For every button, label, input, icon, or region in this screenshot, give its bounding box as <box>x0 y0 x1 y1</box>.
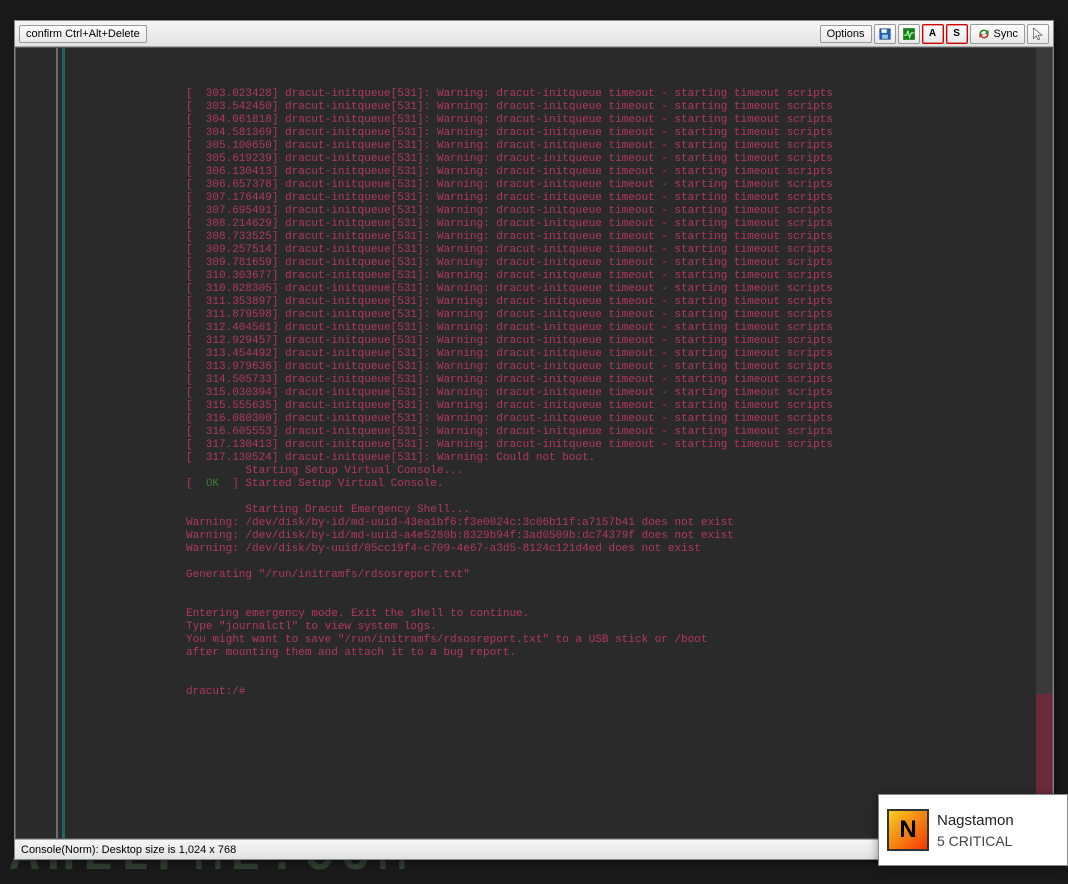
options-button[interactable]: Options <box>820 25 872 43</box>
cursor-icon <box>1031 27 1045 41</box>
terminal-output: [ 303.023428] dracut-initqueue[531]: War… <box>186 88 1042 699</box>
letter-s-icon: S <box>953 28 960 39</box>
letter-s-button[interactable]: S <box>946 24 968 44</box>
letter-a-button[interactable]: A <box>922 24 944 44</box>
activity-button[interactable] <box>898 24 920 44</box>
letter-a-icon: A <box>929 28 936 39</box>
activity-icon <box>902 27 916 41</box>
nagstamon-title: Nagstamon <box>937 812 1014 829</box>
sync-icon <box>977 27 991 41</box>
sync-button[interactable]: Sync <box>970 24 1025 44</box>
gutter-stripe-teal <box>62 48 65 838</box>
sync-label: Sync <box>994 28 1018 40</box>
nagstamon-critical: 5 CRITICAL <box>937 833 1014 849</box>
nagstamon-popup[interactable]: N Nagstamon 5 CRITICAL <box>878 794 1068 866</box>
kvm-viewer-window: confirm Ctrl+Alt+Delete Options A S <box>14 20 1054 860</box>
cursor-button[interactable] <box>1027 24 1049 44</box>
remote-console[interactable]: [ 303.023428] dracut-initqueue[531]: War… <box>15 47 1053 839</box>
confirm-cad-button[interactable]: confirm Ctrl+Alt+Delete <box>19 25 147 43</box>
save-button[interactable] <box>874 24 896 44</box>
status-left: Console(Norm): Desktop size is 1,024 x 7… <box>21 844 236 856</box>
gutter-stripe-gray <box>56 48 58 838</box>
floppy-icon <box>878 27 892 41</box>
nagstamon-icon: N <box>887 809 929 851</box>
toolbar: confirm Ctrl+Alt+Delete Options A S <box>15 21 1053 47</box>
